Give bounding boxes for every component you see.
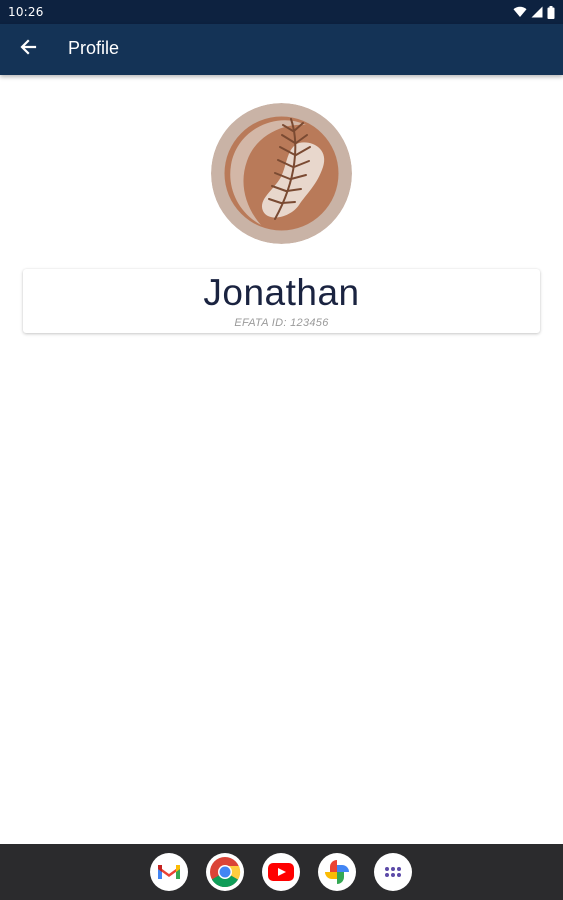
app-dock [150, 853, 412, 891]
gmail-icon [158, 865, 180, 879]
avatar[interactable] [211, 103, 352, 244]
leaf-avatar-icon [211, 103, 352, 244]
youtube-app[interactable] [262, 853, 300, 891]
back-button[interactable] [9, 30, 47, 68]
nav-bar [0, 844, 563, 900]
chrome-icon [210, 857, 241, 888]
app-drawer-app[interactable] [374, 853, 412, 891]
app-drawer-icon [385, 867, 401, 877]
arrow-left-icon [19, 38, 37, 61]
signal-icon [531, 6, 543, 18]
status-icons [513, 5, 555, 19]
chrome-app[interactable] [206, 853, 244, 891]
photos-icon [325, 860, 349, 884]
wifi-icon [513, 6, 527, 18]
profile-name: Jonathan [203, 272, 360, 313]
status-bar: 10:26 [0, 0, 563, 24]
youtube-icon [268, 863, 294, 881]
profile-id: EFATA ID: 123456 [234, 317, 329, 329]
battery-icon [547, 5, 555, 19]
page-title: Profile [68, 38, 120, 58]
app-bar: Profile [0, 24, 563, 75]
profile-card: Jonathan EFATA ID: 123456 [23, 269, 540, 333]
photos-app[interactable] [318, 853, 356, 891]
gmail-app[interactable] [150, 853, 188, 891]
status-time: 10:26 [8, 5, 44, 19]
